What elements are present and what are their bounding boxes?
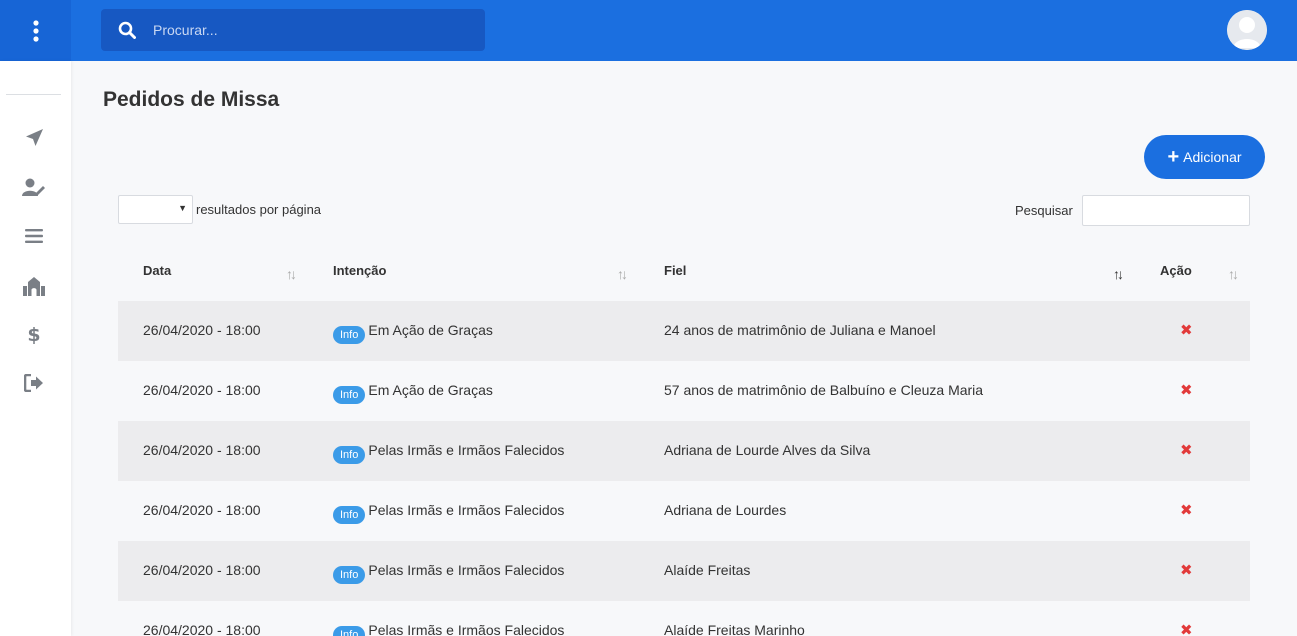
- table-search-label: Pesquisar: [1015, 203, 1073, 218]
- page-length-label: resultados por página: [196, 202, 322, 217]
- global-search: [101, 9, 485, 51]
- column-header-data[interactable]: Data: [143, 263, 171, 278]
- add-button-label: Adicionar: [1183, 149, 1242, 165]
- info-badge[interactable]: Info: [333, 326, 366, 344]
- intention-text: Em Ação de Graças: [368, 322, 493, 338]
- church-icon: [23, 277, 45, 296]
- sort-asc-icon[interactable]: ↑↓: [1113, 266, 1124, 282]
- plus-icon: +: [1167, 146, 1180, 168]
- search-icon: [101, 21, 153, 39]
- sidebar-item-logout[interactable]: [14, 367, 54, 399]
- fiel-cell: Alaíde Freitas Marinho: [664, 622, 805, 636]
- delete-icon[interactable]: ✖: [1180, 561, 1193, 579]
- column-header-fiel[interactable]: Fiel: [664, 263, 686, 278]
- sidebar-item-finance[interactable]: $: [14, 318, 54, 350]
- intention-cell: Info Pelas Irmãs e Irmãos Falecidos: [333, 622, 564, 636]
- intention-text: Em Ação de Graças: [368, 382, 493, 398]
- delete-icon[interactable]: ✖: [1180, 381, 1193, 399]
- intention-text: Pelas Irmãs e Irmãos Falecidos: [368, 502, 565, 518]
- date-cell: 26/04/2020 - 18:00: [143, 322, 261, 338]
- table-search-input[interactable]: [1082, 195, 1250, 226]
- sidebar-divider: [6, 94, 61, 95]
- sidebar-item-send[interactable]: [14, 122, 54, 154]
- sidebar: $: [0, 61, 71, 636]
- sidebar-item-church[interactable]: [14, 270, 54, 302]
- date-cell: 26/04/2020 - 18:00: [143, 442, 261, 458]
- info-badge[interactable]: Info: [333, 506, 366, 524]
- info-badge[interactable]: Info: [333, 626, 366, 636]
- table-row: 26/04/2020 - 18:00 Info Em Ação de Graças…: [118, 361, 1250, 421]
- user-avatar[interactable]: [1227, 10, 1267, 50]
- list-icon: [25, 229, 43, 243]
- date-cell: 26/04/2020 - 18:00: [143, 382, 261, 398]
- delete-icon[interactable]: ✖: [1180, 501, 1193, 519]
- date-cell: 26/04/2020 - 18:00: [143, 562, 261, 578]
- svg-text:$: $: [27, 324, 40, 345]
- fiel-cell: Adriana de Lourdes: [664, 502, 787, 518]
- info-badge[interactable]: Info: [333, 566, 366, 584]
- column-header-intencao[interactable]: Intenção: [333, 263, 386, 278]
- page-length-select[interactable]: ▼: [118, 195, 193, 224]
- intention-cell: Info Pelas Irmãs e Irmãos Falecidos: [333, 442, 564, 464]
- fiel-cell: Alaíde Freitas: [664, 562, 751, 578]
- column-header-acao[interactable]: Ação: [1160, 263, 1192, 278]
- kebab-menu-icon: [32, 19, 39, 42]
- intention-text: Pelas Irmãs e Irmãos Falecidos: [368, 562, 565, 578]
- sort-icon[interactable]: ↑↓: [1228, 266, 1239, 282]
- intention-cell: Info Em Ação de Graças: [333, 382, 493, 404]
- intention-text: Pelas Irmãs e Irmãos Falecidos: [368, 622, 565, 636]
- fiel-cell: Adriana de Lourde Alves da Silva: [664, 442, 871, 458]
- fiel-cell: 24 anos de matrimônio de Juliana e Manoe…: [664, 322, 936, 338]
- delete-icon[interactable]: ✖: [1180, 441, 1193, 459]
- logout-icon: [24, 374, 43, 392]
- sidebar-item-users[interactable]: [14, 171, 54, 203]
- delete-icon[interactable]: ✖: [1180, 621, 1193, 636]
- page-title: Pedidos de Missa: [103, 88, 280, 111]
- sidebar-item-list[interactable]: [14, 220, 54, 252]
- fiel-cell: 57 anos de matrimônio de Balbuíno e Cleu…: [664, 382, 984, 398]
- date-cell: 26/04/2020 - 18:00: [143, 622, 261, 636]
- table-row: 26/04/2020 - 18:00 Info Pelas Irmãs e Irm…: [118, 421, 1250, 481]
- top-bar: [0, 0, 1297, 61]
- intention-text: Pelas Irmãs e Irmãos Falecidos: [368, 442, 565, 458]
- delete-icon[interactable]: ✖: [1180, 321, 1193, 339]
- user-avatar-icon: [1227, 10, 1267, 50]
- table-row: 26/04/2020 - 18:00 Info Pelas Irmãs e Irm…: [118, 541, 1250, 601]
- sort-icon[interactable]: ↑↓: [617, 266, 628, 282]
- kebab-menu-button[interactable]: [0, 0, 71, 61]
- table-row: 26/04/2020 - 18:00 Info Em Ação de Graças…: [118, 301, 1250, 361]
- info-badge[interactable]: Info: [333, 386, 366, 404]
- table-row: 26/04/2020 - 18:00 Info Pelas Irmãs e Irm…: [118, 481, 1250, 541]
- caret-down-icon: ▼: [178, 203, 187, 213]
- global-search-input[interactable]: [153, 22, 473, 38]
- info-badge[interactable]: Info: [333, 446, 366, 464]
- sort-icon[interactable]: ↑↓: [286, 266, 297, 282]
- paper-plane-icon: [26, 129, 43, 146]
- intention-cell: Info Pelas Irmãs e Irmãos Falecidos: [333, 562, 564, 584]
- intention-cell: Info Em Ação de Graças: [333, 322, 493, 344]
- date-cell: 26/04/2020 - 18:00: [143, 502, 261, 518]
- add-button[interactable]: + Adicionar: [1144, 135, 1265, 179]
- table-row: 26/04/2020 - 18:00 Info Pelas Irmãs e Irm…: [118, 601, 1250, 636]
- dollar-icon: $: [27, 324, 40, 345]
- intention-cell: Info Pelas Irmãs e Irmãos Falecidos: [333, 502, 564, 524]
- user-edit-icon: [22, 178, 45, 196]
